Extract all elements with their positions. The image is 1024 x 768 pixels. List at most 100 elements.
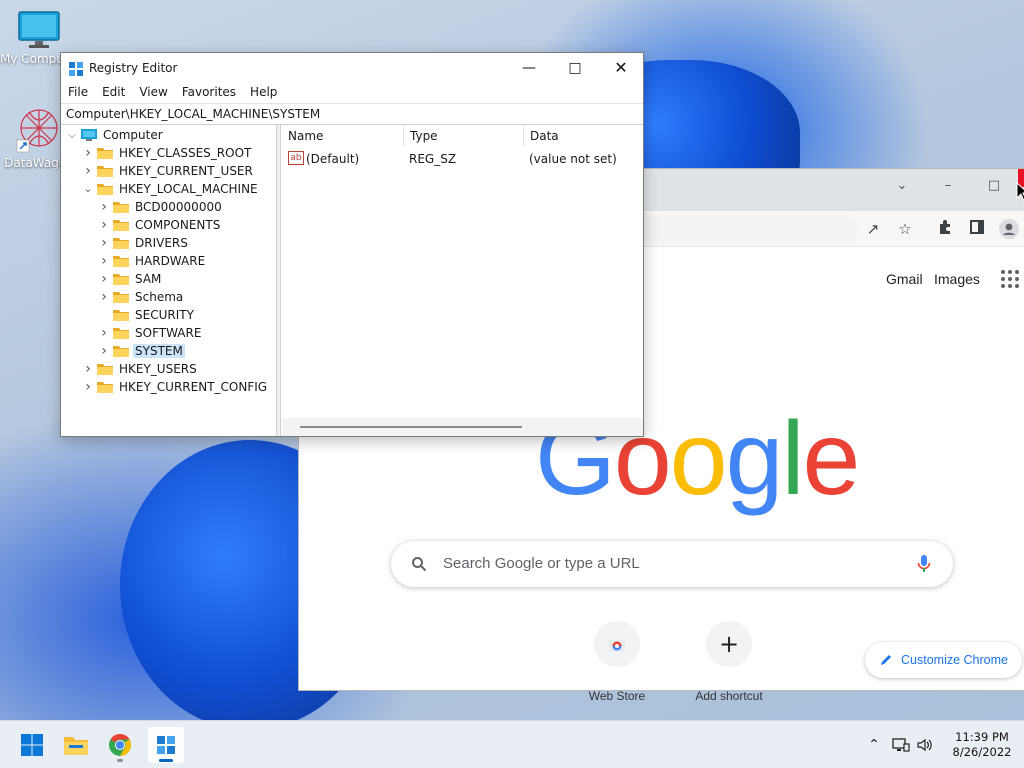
tree-item-hardware[interactable]: › HARDWARE xyxy=(97,252,207,270)
tree-item-system[interactable]: › SYSTEM xyxy=(97,342,185,360)
profile-avatar-icon[interactable] xyxy=(999,219,1019,239)
taskbar-clock[interactable]: 11:39 PM 8/26/2022 xyxy=(944,730,1020,760)
chevron-right-icon[interactable]: › xyxy=(97,199,111,215)
chevron-right-icon[interactable]: › xyxy=(97,217,111,233)
folder-icon xyxy=(97,148,113,159)
pencil-icon xyxy=(881,655,891,665)
chevron-right-icon[interactable]: › xyxy=(81,379,95,395)
column-header-data[interactable]: Data xyxy=(524,125,644,147)
tree-label: HKEY_CLASSES_ROOT xyxy=(119,146,252,160)
taskbar-chrome[interactable] xyxy=(102,727,138,763)
taskbar-registry-editor[interactable] xyxy=(148,727,184,763)
chevron-right-icon[interactable]: › xyxy=(97,289,111,305)
folder-icon xyxy=(97,382,113,393)
tree-item-hkey-local-machine[interactable]: ⌄ HKEY_LOCAL_MACHINE xyxy=(81,180,260,198)
share-icon[interactable]: ↗ xyxy=(863,219,883,239)
pane-splitter[interactable] xyxy=(277,125,281,436)
folder-icon xyxy=(97,364,113,375)
tree-label: HKEY_CURRENT_USER xyxy=(119,164,253,178)
chevron-right-icon[interactable]: › xyxy=(81,163,95,179)
maximize-button[interactable]: □ xyxy=(983,175,1005,197)
chevron-right-icon[interactable]: › xyxy=(81,361,95,377)
column-header-name[interactable]: Name xyxy=(282,125,404,147)
shortcut-add[interactable]: + Add shortcut xyxy=(679,621,779,703)
google-apps-icon[interactable] xyxy=(1001,270,1019,288)
tree-item-hkey-current-config[interactable]: › HKEY_CURRENT_CONFIG xyxy=(81,378,269,396)
web-store-icon xyxy=(594,621,640,667)
start-button[interactable] xyxy=(14,727,50,763)
value-data: (value not set) xyxy=(529,152,617,166)
start-icon xyxy=(21,734,43,756)
tab-search-chevron-icon[interactable]: ⌄ xyxy=(891,175,913,197)
tree-label: SYSTEM xyxy=(133,344,185,358)
chevron-down-icon[interactable]: ⌵ xyxy=(65,130,79,141)
tree-label: SOFTWARE xyxy=(135,326,202,340)
gmail-link[interactable]: Gmail xyxy=(886,271,923,287)
tree-label: Schema xyxy=(135,290,184,304)
monitor-icon xyxy=(18,11,60,48)
chevron-right-icon[interactable]: › xyxy=(97,235,111,251)
folder-icon xyxy=(113,220,129,231)
file-explorer-icon xyxy=(64,737,88,755)
search-icon xyxy=(412,557,427,572)
close-button[interactable]: ✕ xyxy=(598,53,644,83)
tree-label: COMPONENTS xyxy=(135,218,221,232)
show-hidden-icons-chevron-icon[interactable]: ⌃ xyxy=(866,737,882,753)
extensions-icon[interactable] xyxy=(935,219,955,239)
tree-item-hkey-classes-root[interactable]: › HKEY_CLASSES_ROOT xyxy=(81,144,253,162)
maximize-button[interactable]: □ xyxy=(552,53,598,83)
images-link[interactable]: Images xyxy=(934,271,980,287)
volume-icon[interactable] xyxy=(916,737,934,753)
minimize-button[interactable]: – xyxy=(937,175,959,197)
folder-icon xyxy=(113,310,129,321)
bookmark-star-icon[interactable]: ☆ xyxy=(895,219,915,239)
folder-icon xyxy=(113,238,129,249)
menu-view[interactable]: View xyxy=(138,83,174,103)
value-type: REG_SZ xyxy=(409,152,457,166)
shortcut-web-store[interactable]: Web Store xyxy=(567,621,667,703)
tree-item-schema[interactable]: › Schema xyxy=(97,288,185,306)
google-search-box[interactable]: Search Google or type a URL xyxy=(391,541,953,587)
folder-icon xyxy=(113,292,129,303)
minimize-button[interactable]: — xyxy=(506,53,552,83)
value-row[interactable]: ab (Default) REG_SZ (value not set) xyxy=(286,149,636,169)
chevron-right-icon[interactable]: › xyxy=(97,253,111,269)
tree-item-hkey-current-user[interactable]: › HKEY_CURRENT_USER xyxy=(81,162,255,180)
taskbar-file-explorer[interactable] xyxy=(58,727,94,763)
registry-titlebar[interactable]: Registry Editor — □ ✕ xyxy=(61,53,643,83)
shortcut-label: Add shortcut xyxy=(695,689,763,703)
string-value-icon: ab xyxy=(288,151,304,165)
tree-item-sam[interactable]: › SAM xyxy=(97,270,163,288)
tree-item-computer[interactable]: ⌵ Computer xyxy=(65,126,165,144)
values-list: Name Type Data ab (Default) REG_SZ (valu… xyxy=(282,125,643,436)
chevron-right-icon[interactable]: › xyxy=(97,343,111,359)
chevron-down-icon[interactable]: ⌄ xyxy=(81,184,95,195)
menu-file[interactable]: File xyxy=(67,83,95,103)
registry-editor-icon xyxy=(157,736,175,754)
tree-item-security[interactable]: SECURITY xyxy=(97,306,196,324)
chevron-right-icon[interactable]: › xyxy=(97,271,111,287)
address-bar[interactable]: Computer\HKEY_LOCAL_MACHINE\SYSTEM xyxy=(61,103,643,125)
column-header-type[interactable]: Type xyxy=(404,125,524,147)
horizontal-scrollbar[interactable] xyxy=(282,418,643,436)
customize-chrome-label: Customize Chrome xyxy=(901,653,1008,667)
customize-chrome-button[interactable]: Customize Chrome xyxy=(865,642,1022,678)
scrollbar-thumb[interactable] xyxy=(300,426,522,428)
tree-item-drivers[interactable]: › DRIVERS xyxy=(97,234,190,252)
side-panel-icon[interactable] xyxy=(967,219,987,239)
tree-label: SAM xyxy=(135,272,162,286)
voice-search-icon[interactable] xyxy=(917,554,931,574)
tree-item-bcd00000000[interactable]: › BCD00000000 xyxy=(97,198,224,216)
tree-label: HKEY_LOCAL_MACHINE xyxy=(119,182,258,196)
menu-help[interactable]: Help xyxy=(249,83,284,103)
menu-favorites[interactable]: Favorites xyxy=(181,83,243,103)
chevron-right-icon[interactable]: › xyxy=(81,145,95,161)
tree-item-hkey-users[interactable]: › HKEY_USERS xyxy=(81,360,199,378)
tree-item-software[interactable]: › SOFTWARE xyxy=(97,324,203,342)
network-icon[interactable] xyxy=(892,737,910,753)
menu-edit[interactable]: Edit xyxy=(101,83,132,103)
folder-icon xyxy=(97,166,113,177)
folder-icon xyxy=(113,346,129,357)
chevron-right-icon[interactable]: › xyxy=(97,325,111,341)
tree-item-components[interactable]: › COMPONENTS xyxy=(97,216,222,234)
